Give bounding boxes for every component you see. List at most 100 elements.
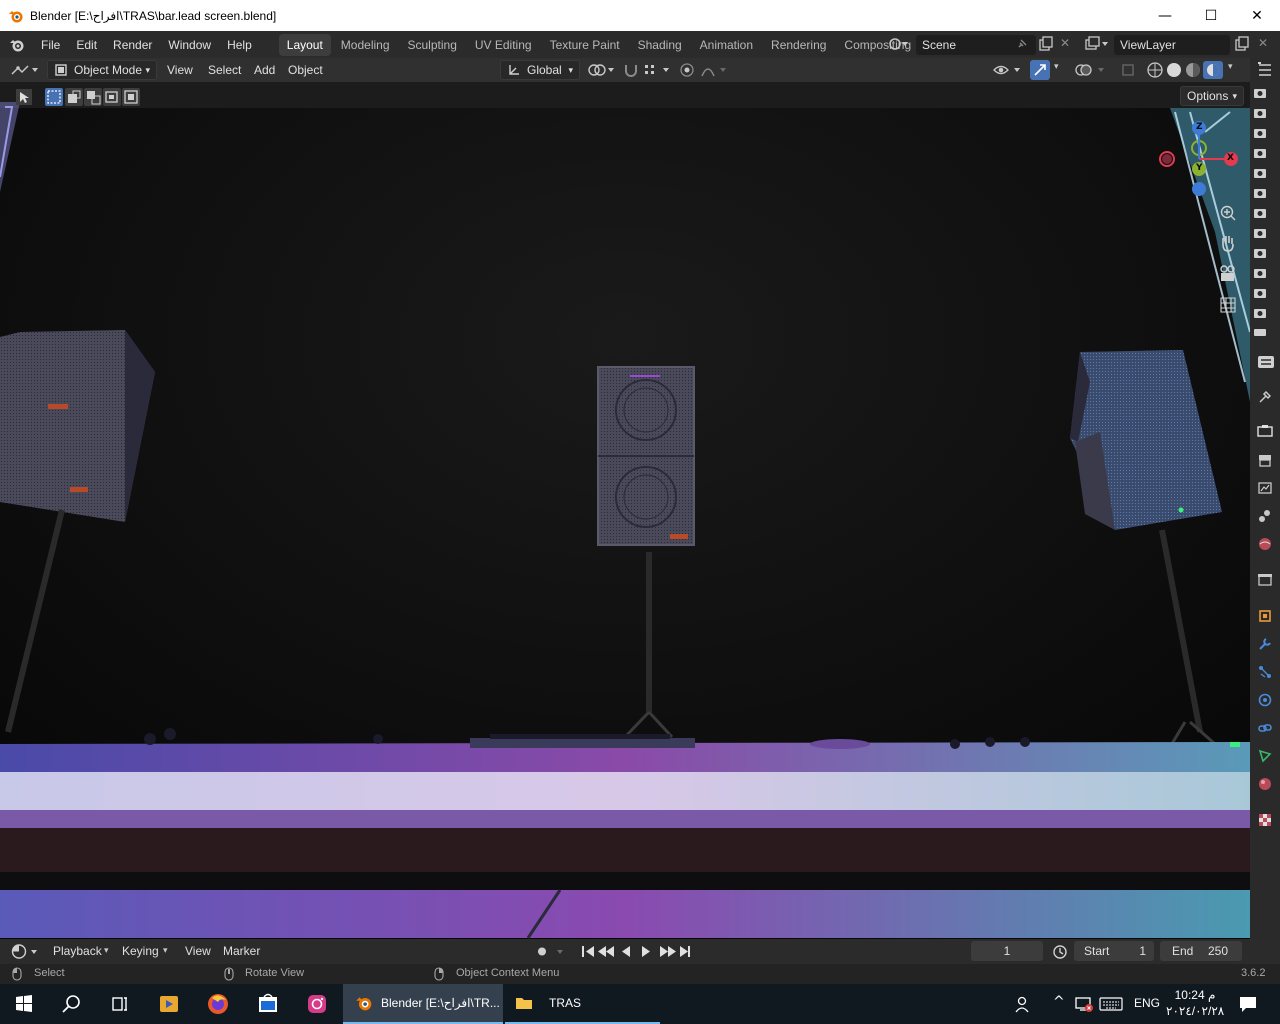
remove-viewlayer-icon[interactable]: ✕ [1258, 36, 1268, 50]
firefox-icon[interactable] [202, 988, 234, 1020]
timeline-editor-icon[interactable] [10, 943, 40, 960]
keyboard-icon[interactable] [1099, 996, 1123, 1012]
chevron-down-icon[interactable]: ▾ [1054, 62, 1059, 72]
gizmo-z-label[interactable]: Z [1196, 122, 1203, 132]
properties-filter-icon[interactable] [1257, 354, 1275, 370]
menu-edit[interactable]: Edit [68, 38, 105, 52]
remove-scene-icon[interactable]: ✕ [1060, 36, 1070, 50]
new-scene-icon[interactable] [1038, 36, 1054, 52]
network-icon[interactable] [1074, 995, 1094, 1013]
blender-menu-icon[interactable] [9, 37, 25, 53]
notifications-icon[interactable] [1238, 995, 1258, 1013]
menu-object[interactable]: Object [281, 63, 330, 77]
start-frame-field[interactable]: Start 1 [1074, 941, 1154, 961]
shading-modes[interactable] [1145, 61, 1225, 79]
proportional-edit-icon[interactable] [679, 62, 695, 78]
particles-properties-icon[interactable] [1257, 664, 1273, 680]
store-icon[interactable] [252, 988, 284, 1020]
view-layer-properties-icon[interactable] [1257, 480, 1273, 496]
menu-add[interactable]: Add [247, 63, 282, 77]
modifier-properties-icon[interactable] [1257, 636, 1273, 652]
options-dropdown[interactable]: Options ▾ [1180, 86, 1244, 106]
maximize-button[interactable]: ☐ [1188, 0, 1234, 31]
scene-properties-icon[interactable] [1257, 508, 1273, 524]
tab-animation[interactable]: Animation [692, 34, 761, 56]
transform-orientation-dropdown[interactable]: Global ▾ [500, 60, 580, 80]
viewport-scene[interactable] [0, 82, 1250, 939]
material-properties-icon[interactable] [1257, 776, 1273, 792]
tab-modeling[interactable]: Modeling [333, 34, 398, 56]
media-player-icon[interactable] [153, 988, 185, 1020]
scene-selector-icon[interactable] [888, 36, 910, 52]
menu-help[interactable]: Help [219, 38, 260, 52]
people-icon[interactable] [1014, 995, 1034, 1013]
gizmo-x-label[interactable]: X [1227, 153, 1234, 163]
instagram-icon[interactable] [301, 988, 333, 1020]
tab-sculpting[interactable]: Sculpting [400, 34, 465, 56]
overlays-icon[interactable] [1074, 62, 1108, 78]
search-icon[interactable] [56, 988, 88, 1020]
taskbar-clock[interactable]: 10:24 م ٢٠٢٤/٠٢/٢٨ [1166, 987, 1224, 1021]
selection-mode-buttons[interactable] [45, 88, 141, 106]
visibility-icon[interactable] [992, 62, 1024, 78]
render-properties-icon[interactable] [1257, 423, 1273, 439]
physics-properties-icon[interactable] [1257, 692, 1273, 708]
chevron-down-icon[interactable]: ▾ [1228, 62, 1233, 72]
chevron-down-icon[interactable]: ▾ [163, 946, 168, 956]
output-properties-icon[interactable] [1257, 452, 1273, 468]
tab-rendering[interactable]: Rendering [763, 34, 834, 56]
viewlayer-selector-icon[interactable] [1084, 36, 1110, 52]
data-properties-icon[interactable] [1257, 748, 1273, 764]
taskbar-folder-app[interactable]: TRAS [505, 984, 660, 1024]
menu-select[interactable]: Select [201, 63, 248, 77]
snap-toggle-icon[interactable] [622, 62, 640, 78]
menu-render[interactable]: Render [105, 38, 160, 52]
pin-icon[interactable] [1016, 38, 1028, 50]
texture-properties-icon[interactable] [1257, 812, 1273, 828]
outliner-filter-icon[interactable] [1257, 62, 1273, 78]
menu-keying[interactable]: Keying [115, 944, 166, 958]
close-button[interactable]: ✕ [1234, 0, 1280, 31]
snap-target-icon[interactable] [643, 62, 673, 78]
current-frame-field[interactable]: 1 [971, 941, 1043, 961]
end-frame-field[interactable]: End 250 [1160, 941, 1242, 961]
tab-uv-editing[interactable]: UV Editing [467, 34, 540, 56]
tab-shading[interactable]: Shading [630, 34, 690, 56]
taskbar-blender-app[interactable]: Blender [E:\افراح\TR... [343, 984, 503, 1024]
falloff-icon[interactable] [700, 62, 730, 78]
gizmo-y-label[interactable]: Y [1196, 163, 1203, 173]
camera-view-icon[interactable] [1216, 263, 1240, 285]
xray-icon[interactable] [1120, 62, 1138, 78]
gizmo-toggle[interactable] [1030, 60, 1050, 80]
constraint-properties-icon[interactable] [1257, 720, 1273, 736]
menu-window[interactable]: Window [160, 38, 219, 52]
playback-controls[interactable] [578, 942, 696, 961]
pivot-point-icon[interactable] [586, 62, 616, 78]
tray-expand-icon[interactable]: ^ [1053, 994, 1065, 1010]
new-viewlayer-icon[interactable] [1234, 36, 1250, 52]
chevron-down-icon[interactable]: ▾ [104, 946, 109, 956]
object-properties-icon[interactable] [1257, 608, 1273, 624]
task-view-icon[interactable] [104, 988, 136, 1020]
windows-start-icon[interactable] [8, 988, 40, 1020]
minimize-button[interactable]: — [1142, 0, 1188, 31]
tab-layout[interactable]: Layout [278, 33, 331, 56]
select-tool-icon[interactable] [15, 88, 33, 106]
clock-icon[interactable] [1051, 943, 1069, 960]
menu-view[interactable]: View [160, 63, 200, 77]
language-indicator[interactable]: ENG [1134, 996, 1160, 1010]
mode-dropdown[interactable]: Object Mode ▾ [47, 60, 157, 80]
zoom-icon[interactable] [1219, 204, 1237, 222]
viewlayer-field[interactable]: ViewLayer [1114, 35, 1230, 55]
camera-icon[interactable] [1252, 86, 1268, 336]
world-properties-icon[interactable] [1257, 536, 1273, 552]
menu-file[interactable]: File [33, 38, 68, 52]
collection-properties-icon[interactable] [1257, 572, 1273, 588]
menu-view[interactable]: View [178, 944, 218, 958]
3d-viewport[interactable]: Z X Y Options ▾ [0, 82, 1250, 939]
menu-marker[interactable]: Marker [216, 944, 267, 958]
ortho-grid-icon[interactable] [1218, 295, 1238, 315]
pan-hand-icon[interactable] [1217, 232, 1239, 254]
record-icon[interactable] [533, 943, 569, 960]
editor-type-icon[interactable] [10, 62, 40, 78]
